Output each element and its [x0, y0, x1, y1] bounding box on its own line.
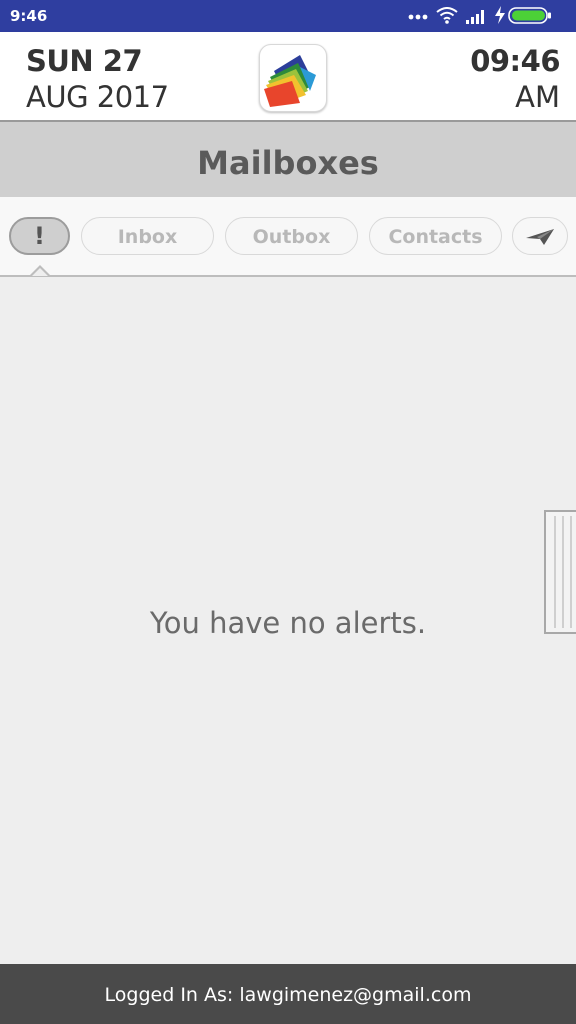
tab-contacts-label: Contacts: [388, 226, 483, 248]
date-day: SUN 27: [26, 44, 143, 78]
mailbox-tabs: ! Inbox Outbox Contacts: [0, 197, 576, 277]
drawer-handle-grip: [554, 516, 556, 628]
date-month-year: AUG 2017: [26, 80, 169, 114]
alert-icon: !: [34, 222, 45, 250]
battery-icon: [508, 7, 551, 24]
app-logo-graphic: [264, 55, 316, 107]
status-time: 9:46: [10, 7, 48, 25]
signal-icon: [466, 10, 484, 24]
drawer-handle-grip: [570, 516, 572, 628]
send-icon: [526, 229, 554, 245]
status-icons: [408, 6, 568, 26]
selected-tab-pointer-fill: [32, 268, 48, 276]
header: SUN 27 AUG 2017 09:46 AM: [0, 32, 576, 122]
charging-icon: [495, 6, 505, 24]
footer: Logged In As: lawgimenez@gmail.com: [0, 964, 576, 1024]
clock-ampm: AM: [515, 80, 560, 114]
status-bar: 9:46: [0, 0, 576, 32]
tab-alerts[interactable]: !: [9, 217, 70, 255]
drawer-handle-grip: [562, 516, 564, 628]
tab-outbox[interactable]: Outbox: [225, 217, 358, 255]
drawer-handle[interactable]: [544, 510, 576, 634]
logged-in-as-text: Logged In As: lawgimenez@gmail.com: [104, 984, 472, 1006]
tab-contacts[interactable]: Contacts: [369, 217, 502, 255]
app-logo[interactable]: [259, 44, 327, 112]
tab-inbox-label: Inbox: [117, 226, 178, 248]
tab-compose[interactable]: [512, 217, 568, 255]
title-band: Mailboxes: [0, 122, 576, 197]
page-title: Mailboxes: [197, 144, 379, 182]
clock-time: 09:46: [470, 44, 560, 78]
tab-outbox-label: Outbox: [252, 226, 331, 248]
wifi-icon: [436, 7, 458, 24]
empty-alerts-message: You have no alerts.: [149, 606, 427, 640]
more-dots-icon: [408, 14, 428, 20]
tab-inbox[interactable]: Inbox: [81, 217, 214, 255]
